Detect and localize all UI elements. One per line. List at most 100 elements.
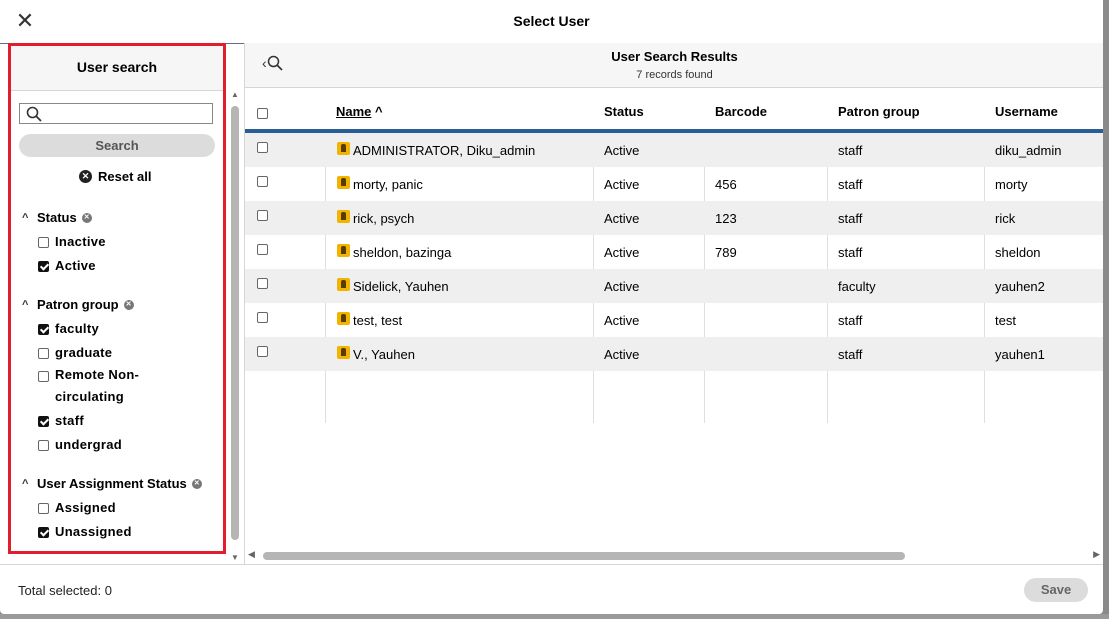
checkbox[interactable] bbox=[38, 503, 49, 514]
filter-group-title: User Assignment Status bbox=[37, 476, 187, 491]
select-all-checkbox[interactable] bbox=[257, 108, 268, 119]
clear-filter-icon[interactable]: ✕ bbox=[123, 299, 134, 310]
row-checkbox[interactable] bbox=[257, 142, 268, 153]
cell-username: yauhen2 bbox=[995, 279, 1045, 294]
checkbox[interactable] bbox=[38, 324, 49, 335]
results-header: ‹ User Search Results 7 records found bbox=[245, 43, 1103, 88]
scroll-left-icon[interactable]: ◀ bbox=[248, 549, 255, 560]
chevron-up-icon: ^ bbox=[22, 211, 29, 224]
search-field[interactable] bbox=[19, 103, 213, 124]
row-checkbox[interactable] bbox=[257, 176, 268, 187]
results-horizontal-scrollbar[interactable]: ◀ ▶ bbox=[248, 549, 1100, 561]
table-row[interactable]: test, test Active staff test bbox=[245, 303, 1103, 337]
cell-username: rick bbox=[995, 211, 1016, 226]
clear-circle-icon: ✕ bbox=[79, 170, 92, 183]
scroll-down-icon[interactable]: ▼ bbox=[231, 553, 239, 562]
filter-option-remote-non-circulating[interactable]: Remote Non- circulating bbox=[38, 367, 139, 408]
checkbox[interactable] bbox=[38, 237, 49, 248]
clear-filter-icon[interactable]: ✕ bbox=[81, 212, 92, 223]
cell-status: Active bbox=[604, 279, 640, 294]
user-icon bbox=[337, 142, 350, 155]
row-checkbox[interactable] bbox=[257, 210, 268, 221]
cell-name: morty, panic bbox=[353, 177, 423, 192]
table-row[interactable]: morty, panic Active 456 staff morty bbox=[245, 167, 1103, 201]
clear-filter-icon[interactable]: ✕ bbox=[191, 478, 202, 489]
cell-patron-group: staff bbox=[838, 245, 863, 260]
row-checkbox[interactable] bbox=[257, 346, 268, 357]
total-selected-text: Total selected: 0 bbox=[18, 583, 112, 598]
cell-status: Active bbox=[604, 143, 640, 158]
filter-option-active[interactable]: Active bbox=[38, 258, 96, 273]
filter-option-faculty[interactable]: faculty bbox=[38, 321, 99, 336]
table-row[interactable]: V., Yauhen Active staff yauhen1 bbox=[245, 337, 1103, 371]
user-icon bbox=[337, 210, 350, 223]
table-row[interactable]: ADMINISTRATOR, Diku_admin Active staff d… bbox=[245, 133, 1103, 167]
filter-group-title: Status bbox=[37, 210, 77, 225]
chevron-up-icon: ^ bbox=[22, 477, 29, 490]
column-header-status[interactable]: Status bbox=[604, 104, 644, 119]
filter-option-staff[interactable]: staff bbox=[38, 413, 84, 428]
checkbox[interactable] bbox=[38, 416, 49, 427]
checkbox[interactable] bbox=[38, 348, 49, 359]
checkbox[interactable] bbox=[38, 527, 49, 538]
filter-option-label: faculty bbox=[55, 321, 100, 336]
filter-option-label: Remote Non- circulating bbox=[55, 364, 139, 408]
filter-option-undergrad[interactable]: undergrad bbox=[38, 437, 122, 452]
cell-status: Active bbox=[604, 313, 640, 328]
cell-username: test bbox=[995, 313, 1016, 328]
column-header-patron-group[interactable]: Patron group bbox=[838, 104, 920, 119]
scroll-right-icon[interactable]: ▶ bbox=[1093, 549, 1100, 560]
column-header-barcode[interactable]: Barcode bbox=[715, 104, 767, 119]
cell-status: Active bbox=[604, 211, 640, 226]
filter-option-unassigned[interactable]: Unassigned bbox=[38, 524, 132, 539]
checkbox[interactable] bbox=[38, 440, 49, 451]
cell-name: ADMINISTRATOR, Diku_admin bbox=[353, 143, 536, 158]
cell-username: sheldon bbox=[995, 245, 1041, 260]
cell-patron-group: faculty bbox=[838, 279, 876, 294]
checkbox[interactable] bbox=[38, 371, 49, 382]
filter-scrollbar[interactable]: ▲ ▼ bbox=[229, 90, 241, 562]
save-button[interactable]: Save bbox=[1024, 578, 1088, 602]
checkbox[interactable] bbox=[38, 261, 49, 272]
modal-title: Select User bbox=[513, 13, 590, 29]
table-row[interactable]: Sidelick, Yauhen Active faculty yauhen2 bbox=[245, 269, 1103, 303]
chevron-up-icon: ^ bbox=[22, 298, 29, 311]
reset-all-label: Reset all bbox=[98, 169, 152, 184]
cell-status: Active bbox=[604, 245, 640, 260]
user-icon bbox=[337, 176, 350, 189]
column-header-name[interactable]: Name ^ bbox=[336, 104, 383, 119]
filter-option-assigned[interactable]: Assigned bbox=[38, 500, 116, 515]
table-row[interactable]: rick, psych Active 123 staff rick bbox=[245, 201, 1103, 235]
search-input[interactable] bbox=[46, 105, 210, 124]
reset-all-button[interactable]: ✕ Reset all bbox=[79, 169, 151, 184]
filter-pane: User search Search ✕ Reset all ^ Status … bbox=[8, 43, 226, 554]
filter-option-graduate[interactable]: graduate bbox=[38, 345, 112, 360]
scrollbar-thumb[interactable] bbox=[231, 106, 239, 540]
column-header-username[interactable]: Username bbox=[995, 104, 1058, 119]
cell-status: Active bbox=[604, 347, 640, 362]
results-title: User Search Results bbox=[611, 49, 738, 64]
filter-option-label: staff bbox=[55, 413, 84, 428]
search-button[interactable]: Search bbox=[19, 134, 215, 157]
scroll-up-icon[interactable]: ▲ bbox=[231, 90, 239, 99]
filter-group-user-assignment-status[interactable]: ^ User Assignment Status ✕ bbox=[22, 476, 202, 491]
table-row[interactable]: sheldon, bazinga Active 789 staff sheldo… bbox=[245, 235, 1103, 269]
cell-name: V., Yauhen bbox=[353, 347, 415, 362]
row-checkbox[interactable] bbox=[257, 312, 268, 323]
user-icon bbox=[337, 278, 350, 291]
cell-status: Active bbox=[604, 177, 640, 192]
filter-option-label: undergrad bbox=[55, 437, 122, 452]
row-checkbox[interactable] bbox=[257, 278, 268, 289]
filter-group-status[interactable]: ^ Status ✕ bbox=[22, 210, 92, 225]
filter-group-patron-group[interactable]: ^ Patron group ✕ bbox=[22, 297, 134, 312]
row-checkbox[interactable] bbox=[257, 244, 268, 255]
modal-footer: Total selected: 0 Save bbox=[0, 564, 1103, 614]
cell-name: rick, psych bbox=[353, 211, 415, 226]
scrollbar-thumb[interactable] bbox=[263, 552, 905, 560]
cell-barcode: 456 bbox=[715, 177, 737, 192]
label-line-2: circulating bbox=[55, 389, 125, 404]
cell-patron-group: staff bbox=[838, 211, 863, 226]
filter-option-inactive[interactable]: Inactive bbox=[38, 234, 106, 249]
user-icon bbox=[337, 312, 350, 325]
label-line-1: Remote Non- bbox=[55, 367, 140, 382]
